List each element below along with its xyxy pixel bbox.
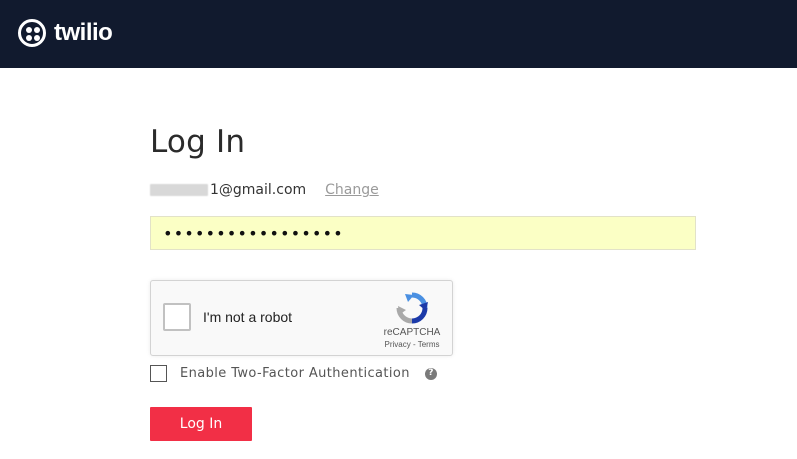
recaptcha-brand: reCAPTCHA <box>383 327 441 338</box>
email-address: 1@gmail.com <box>210 182 307 198</box>
redacted-email-prefix <box>150 184 208 196</box>
page-title: Log In <box>150 124 246 160</box>
brand-name: twilio <box>54 19 113 46</box>
password-field[interactable] <box>150 216 696 250</box>
two-factor-checkbox[interactable] <box>150 365 167 382</box>
two-factor-row: Enable Two-Factor Authentication ? <box>150 365 437 382</box>
recaptcha-label: I'm not a robot <box>203 309 293 325</box>
recaptcha-checkbox[interactable] <box>163 303 191 331</box>
change-email-link[interactable]: Change <box>325 182 379 198</box>
twilio-logo-icon <box>18 19 46 47</box>
help-icon[interactable]: ? <box>424 367 437 380</box>
twilio-logo[interactable]: twilio <box>18 17 113 49</box>
recaptcha-widget: I'm not a robot reCAPTCHA Privacy - Term… <box>150 280 453 356</box>
two-factor-label[interactable]: Enable Two-Factor Authentication <box>180 366 410 381</box>
email-row: 1@gmail.com Change <box>150 182 379 198</box>
recaptcha-privacy-terms-links[interactable]: Privacy - Terms <box>373 340 451 349</box>
recaptcha-logo-icon <box>396 292 428 324</box>
top-navigation-bar: twilio <box>0 0 797 68</box>
login-button[interactable]: Log In <box>150 407 252 441</box>
